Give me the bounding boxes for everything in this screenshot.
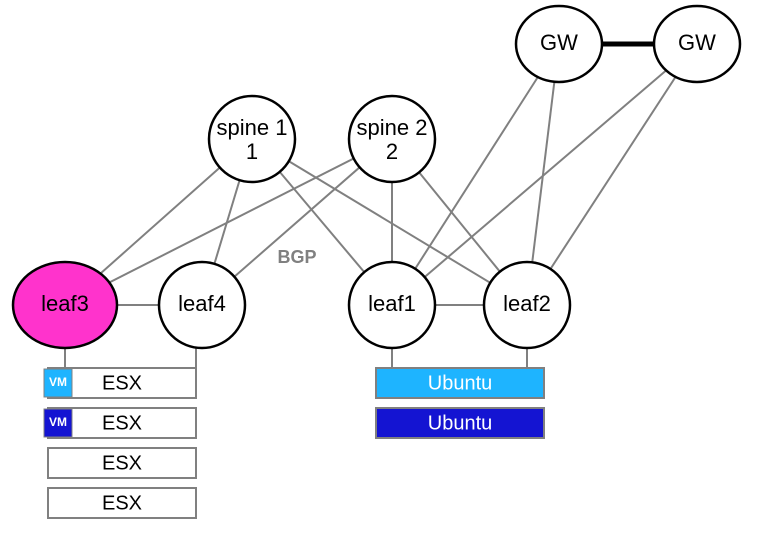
link-gw2-leaf2	[527, 44, 697, 305]
node-label-gw1: GW	[540, 30, 578, 55]
node-spine2[interactable]: spine 22	[349, 96, 435, 182]
host-box-1[interactable]: ESX VM	[44, 408, 196, 438]
host-box-5[interactable]: Ubuntu	[376, 408, 544, 438]
node-gw2[interactable]: GW	[654, 6, 740, 82]
vm-badge-text-1: VM	[49, 415, 67, 429]
host-box-label-2: ESX	[102, 452, 142, 474]
topology-canvas: spine 11 spine 22 GW GW leaf3 leaf4 leaf1 leaf2…	[0, 0, 780, 542]
hosts-layer: ESX VM ESX VM ESX ESX Ubuntu Ubuntu	[44, 368, 544, 518]
host-box-label-1: ESX	[102, 412, 142, 434]
node-label-leaf2: leaf2	[503, 291, 551, 316]
host-box-label-4: Ubuntu	[428, 372, 493, 394]
vm-badge-text-0: VM	[49, 375, 67, 389]
host-box-4[interactable]: Ubuntu	[376, 368, 544, 398]
node-leaf4[interactable]: leaf4	[159, 262, 245, 348]
host-box-label-5: Ubuntu	[428, 412, 493, 434]
host-box-label-0: ESX	[102, 372, 142, 394]
node-label-leaf4: leaf4	[178, 291, 226, 316]
host-box-2[interactable]: ESX	[48, 448, 196, 478]
node-gw1[interactable]: GW	[516, 6, 602, 82]
node-label-leaf3: leaf3	[41, 291, 89, 316]
node-label-leaf1: leaf1	[368, 291, 416, 316]
node-spine1[interactable]: spine 11	[209, 96, 295, 182]
node-leaf1[interactable]: leaf1	[349, 262, 435, 348]
host-box-0[interactable]: ESX VM	[44, 368, 196, 398]
node-label-spine2-line2: 2	[386, 139, 398, 164]
nodes-layer: spine 11 spine 22 GW GW leaf3 leaf4 leaf1 leaf2	[13, 6, 740, 348]
node-label-spine2-line1: spine 2	[357, 115, 428, 140]
host-box-3[interactable]: ESX	[48, 488, 196, 518]
node-label-spine1-line1: spine 1	[217, 115, 288, 140]
node-label-spine1-line2: 1	[246, 139, 258, 164]
edge-label-bgp: BGP	[277, 247, 316, 267]
node-leaf2[interactable]: leaf2	[484, 262, 570, 348]
node-leaf3[interactable]: leaf3	[13, 262, 117, 348]
node-label-gw2: GW	[678, 30, 716, 55]
host-box-label-3: ESX	[102, 492, 142, 514]
